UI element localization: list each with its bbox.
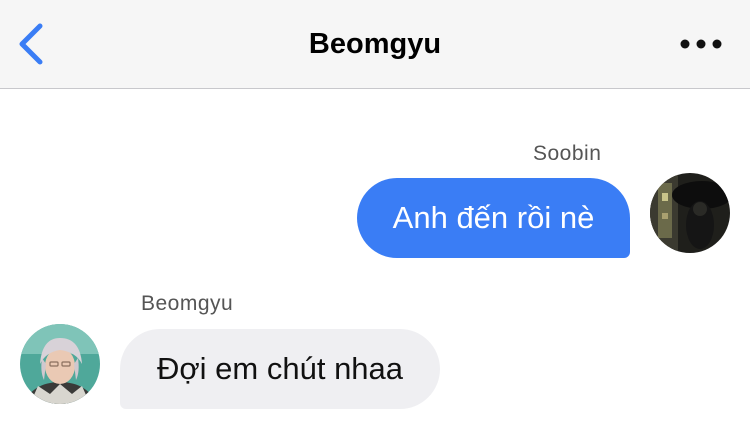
avatar-soobin[interactable] (650, 173, 730, 253)
avatar-soobin-image (650, 173, 730, 253)
sender-name-beomgyu: Beomgyu (141, 292, 234, 315)
more-horizontal-icon (680, 39, 722, 49)
more-options-button[interactable] (678, 30, 724, 58)
message-bubble-incoming[interactable]: Đợi em chút nhaa (120, 329, 440, 409)
conversation-title: Beomgyu (308, 28, 442, 60)
message-bubble-outgoing[interactable]: Anh đến rồi nè (357, 178, 630, 258)
chevron-left-icon (19, 23, 43, 65)
avatar-beomgyu-image (20, 324, 100, 404)
back-button[interactable] (14, 20, 54, 68)
nav-header: Beomgyu (0, 0, 750, 89)
sender-name-soobin: Soobin (533, 142, 602, 165)
avatar-beomgyu[interactable] (20, 324, 100, 404)
